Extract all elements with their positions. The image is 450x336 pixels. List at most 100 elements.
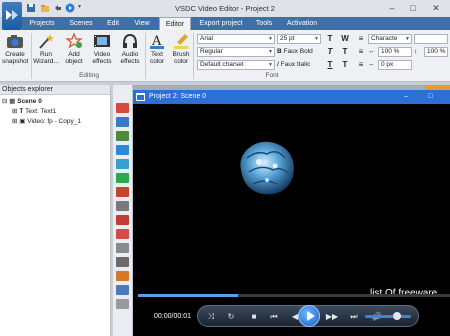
tree-item-video[interactable]: ⊞ ▣ Video: fp - Copy_1 bbox=[12, 117, 81, 126]
player-minimize-icon[interactable]: – bbox=[404, 90, 408, 104]
stop-icon[interactable]: ■ bbox=[248, 310, 260, 323]
tool-video-icon[interactable] bbox=[116, 117, 129, 127]
italic-text-icon[interactable]: T bbox=[324, 47, 336, 57]
font-size-select[interactable]: 25 pt ▼ bbox=[277, 34, 321, 44]
tab-projects[interactable]: Projects bbox=[26, 17, 58, 30]
objects-explorer: Objects explorer ⊟ ▦ Scene 0 ⊞ 𝐓 Text: T… bbox=[0, 85, 111, 336]
tool-chart-icon[interactable] bbox=[116, 243, 129, 253]
add-object-button[interactable]: Add object bbox=[61, 32, 87, 65]
font-name-select[interactable]: Arial ▼ bbox=[197, 34, 275, 44]
text-scale-v-icon[interactable]: ↕ bbox=[414, 47, 417, 57]
chevron-down-icon: ▼ bbox=[314, 36, 319, 42]
font-style-select[interactable]: Regular ▼ bbox=[197, 47, 275, 57]
tab-scenes[interactable]: Scenes bbox=[66, 17, 96, 30]
object-toolbar bbox=[113, 85, 133, 336]
tab-editor[interactable]: Editor bbox=[159, 17, 191, 30]
app-logo[interactable] bbox=[2, 2, 22, 30]
tab-edit[interactable]: Edit bbox=[102, 17, 124, 30]
text-width-icon[interactable]: W bbox=[339, 34, 351, 44]
tab-export-project[interactable]: Export project bbox=[196, 17, 246, 30]
maximize-icon[interactable]: □ bbox=[405, 2, 421, 14]
close-icon[interactable]: ✕ bbox=[428, 2, 444, 14]
menu-bar: Projects Scenes Edit View Editor Export … bbox=[22, 17, 450, 30]
run-wizard-button[interactable]: Run Wizard... bbox=[33, 33, 59, 65]
tool-audio-icon[interactable] bbox=[116, 131, 129, 141]
fast-forward-icon[interactable]: ▶▶ bbox=[324, 310, 340, 323]
expand-icon[interactable]: ⊞ bbox=[12, 108, 17, 115]
tab-tools[interactable]: Tools bbox=[252, 17, 276, 30]
player-window-icon bbox=[136, 93, 145, 101]
text-shrink-icon[interactable]: T bbox=[339, 60, 351, 70]
tool-text-icon[interactable] bbox=[116, 201, 129, 211]
spacing-icon[interactable]: ⇔ bbox=[368, 60, 375, 70]
editing-group-label: Editing bbox=[79, 72, 99, 79]
window-title: VSDC Video Editor - Project 2 bbox=[175, 4, 275, 13]
seek-bar-fill bbox=[138, 294, 238, 297]
group-separator bbox=[31, 33, 32, 79]
title-bar: ▾ VSDC Video Editor - Project 2 – □ ✕ bbox=[0, 0, 450, 17]
timecode: 00:00/00:01 bbox=[154, 313, 191, 320]
player-maximize-icon[interactable]: □ bbox=[428, 90, 432, 104]
player-title: Project 2: Scene 0 bbox=[149, 93, 207, 100]
wand-icon bbox=[37, 33, 55, 49]
chevron-down-icon: ▼ bbox=[268, 62, 273, 68]
tree-item-text[interactable]: ⊞ 𝐓 Text: Text1 bbox=[12, 107, 56, 116]
tool-animation-icon[interactable] bbox=[116, 257, 129, 267]
volume-slider[interactable] bbox=[365, 315, 411, 318]
tool-music-icon[interactable] bbox=[116, 271, 129, 281]
scale-v-input[interactable]: 100 % bbox=[424, 47, 448, 57]
font-group-label: Font bbox=[265, 72, 279, 79]
objects-explorer-title: Objects explorer bbox=[0, 85, 110, 95]
extra-select[interactable] bbox=[414, 34, 448, 44]
align-vertical-icon[interactable]: ≡ bbox=[355, 47, 367, 57]
tree-item-scene[interactable]: ⊟ ▦ Scene 0 bbox=[2, 97, 42, 106]
create-snapshot-button[interactable]: Create snapshot bbox=[2, 33, 28, 65]
next-icon[interactable]: ⏭ bbox=[346, 310, 362, 323]
group-separator bbox=[193, 33, 194, 79]
line-spacing-icon[interactable]: ≡ bbox=[355, 60, 367, 70]
tab-view[interactable]: View bbox=[130, 17, 154, 30]
tool-image-icon[interactable] bbox=[116, 145, 129, 155]
scale-h-input[interactable]: 100 % bbox=[378, 47, 412, 57]
tab-activation[interactable]: Activation bbox=[284, 17, 320, 30]
play-button[interactable] bbox=[298, 305, 320, 327]
audio-effects-button[interactable]: Audio effects bbox=[117, 33, 143, 65]
scene-icon: ▦ bbox=[9, 98, 16, 105]
preview-player: Project 2: Scene 0 – □ list Of freeware bbox=[133, 90, 450, 336]
video-effects-button[interactable]: Video effects bbox=[89, 33, 115, 65]
spacing-input[interactable]: 0 px bbox=[378, 60, 412, 70]
underline-text-icon[interactable]: T bbox=[324, 60, 336, 70]
shuffle-icon[interactable]: ⤨ bbox=[204, 310, 218, 323]
add-object-icon bbox=[65, 32, 83, 49]
repeat-icon[interactable]: ↻ bbox=[224, 310, 238, 323]
tool-ellipse-icon[interactable] bbox=[116, 173, 129, 183]
seek-bar[interactable] bbox=[138, 294, 450, 297]
faux-italic-toggle[interactable]: I Faux Italic bbox=[277, 60, 310, 70]
faux-bold-toggle[interactable]: B Faux Bold bbox=[277, 47, 313, 57]
text-case-icon[interactable]: T bbox=[339, 47, 351, 57]
chevron-down-icon: ▼ bbox=[405, 36, 410, 42]
video-object-icon: ▣ bbox=[19, 118, 26, 125]
previous-icon[interactable]: ⏮ bbox=[266, 310, 282, 323]
tool-pointer-icon[interactable] bbox=[116, 103, 129, 113]
text-scale-h-icon[interactable]: ↔ bbox=[368, 47, 375, 57]
tool-sprite-icon[interactable] bbox=[116, 229, 129, 239]
bold-text-icon[interactable]: T bbox=[324, 34, 336, 44]
minimize-icon[interactable]: – bbox=[384, 2, 400, 14]
tool-subtitle-icon[interactable] bbox=[116, 215, 129, 225]
chevron-down-icon: ▼ bbox=[268, 36, 273, 42]
charset-select[interactable]: Default charset ▼ bbox=[197, 60, 275, 70]
collapse-icon[interactable]: ⊟ bbox=[2, 98, 7, 105]
expand-icon[interactable]: ⊞ bbox=[12, 118, 17, 125]
tool-camera-icon[interactable] bbox=[116, 285, 129, 295]
brush-icon bbox=[172, 33, 190, 49]
tool-line-icon[interactable] bbox=[116, 159, 129, 169]
player-controls: 00:00/00:01 ⤨ ↻ ■ ⏮ ◀◀ ▶▶ ⏭ 🔊 bbox=[133, 300, 450, 336]
character-select[interactable]: Characte ▼ bbox=[368, 34, 412, 44]
tool-rectangle-icon[interactable] bbox=[116, 187, 129, 197]
brush-color-button[interactable]: Brush color bbox=[170, 33, 192, 65]
text-color-button[interactable]: A Text color bbox=[146, 33, 168, 65]
ribbon: Create snapshot Run Wizard... Add object… bbox=[0, 30, 450, 82]
tool-move-icon[interactable] bbox=[116, 299, 129, 309]
align-icon[interactable]: ≡ bbox=[355, 34, 367, 44]
